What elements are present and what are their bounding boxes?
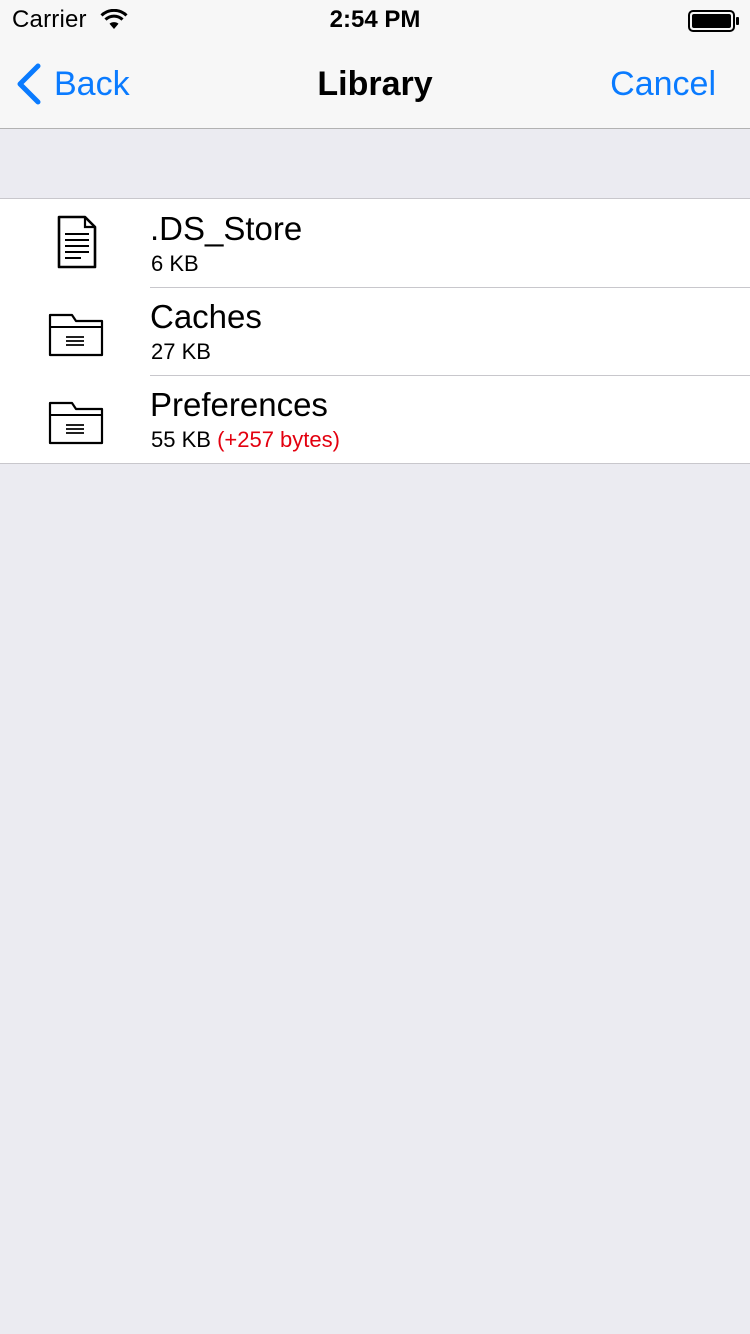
list-item[interactable]: Preferences 55 KB (+257 bytes) bbox=[0, 375, 750, 463]
file-name: .DS_Store bbox=[150, 210, 303, 247]
file-size: 27 KB bbox=[151, 339, 211, 364]
status-bar: Carrier 2:54 PM bbox=[0, 0, 750, 40]
list-item[interactable]: Caches 27 KB bbox=[0, 287, 750, 375]
cancel-button[interactable]: Cancel bbox=[610, 63, 716, 105]
file-size-line: 55 KB (+257 bytes) bbox=[151, 427, 340, 453]
file-list: .DS_Store 6 KB Caches 27 KB Preferences … bbox=[0, 198, 750, 464]
file-size-line: 27 KB bbox=[151, 339, 211, 365]
document-icon bbox=[57, 215, 97, 269]
status-time: 2:54 PM bbox=[329, 6, 421, 33]
folder-icon bbox=[48, 313, 104, 357]
file-size-delta: (+257 bytes) bbox=[217, 427, 340, 452]
folder-icon bbox=[48, 401, 104, 445]
file-size: 55 KB bbox=[151, 427, 211, 452]
list-item[interactable]: .DS_Store 6 KB bbox=[0, 199, 750, 287]
file-name: Caches bbox=[150, 298, 262, 335]
navigation-bar: Back Library Cancel bbox=[0, 40, 750, 129]
battery-full-icon bbox=[688, 10, 739, 32]
file-size: 6 KB bbox=[151, 251, 199, 276]
file-size-line: 6 KB bbox=[151, 251, 199, 277]
file-name: Preferences bbox=[150, 386, 328, 423]
